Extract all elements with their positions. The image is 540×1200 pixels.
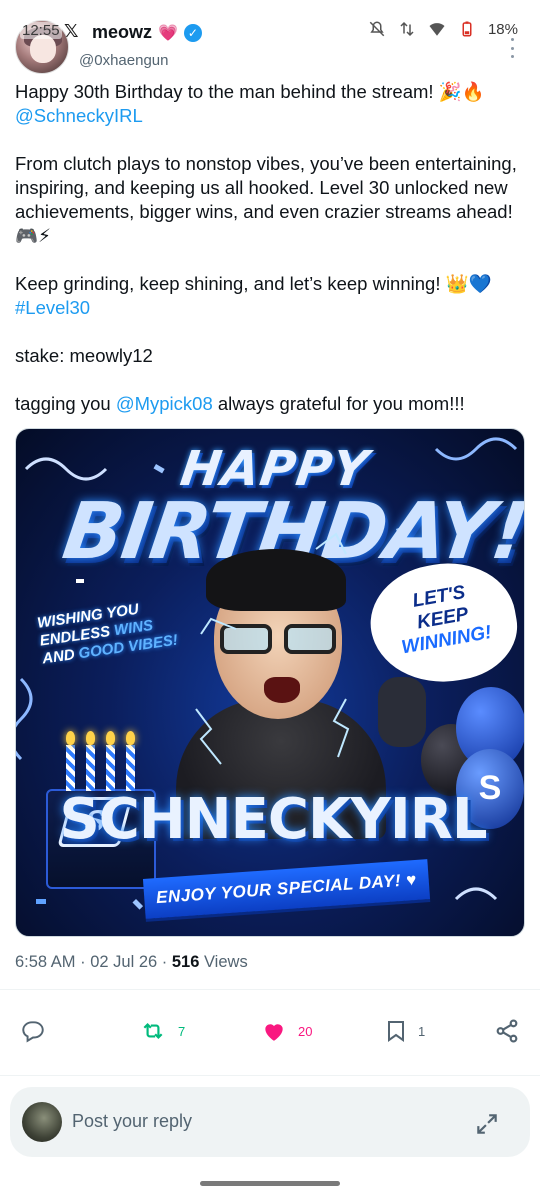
x-logo-icon: 𝕏 [64, 21, 79, 41]
pink-heart-emoji: 💗 [158, 24, 178, 42]
like-count: 20 [298, 1023, 313, 1039]
bookmark-button[interactable]: 1 [384, 1010, 425, 1052]
views-label[interactable]: Views [199, 953, 248, 971]
post-time[interactable]: 6:58 AM [15, 953, 76, 971]
reply-composer[interactable]: Post your reply [10, 1087, 530, 1157]
share-button[interactable] [494, 1010, 520, 1052]
verified-badge-icon: ✓ [183, 23, 202, 42]
tweet-body: Happy 30th Birthday to the man behind th… [15, 80, 520, 440]
divider [0, 989, 540, 990]
divider [0, 1075, 540, 1076]
reply-icon [22, 1021, 44, 1043]
more-options-button[interactable] [506, 38, 518, 58]
microphone [378, 677, 426, 747]
tweet-paragraph: tagging you @Mypick08 always grateful fo… [15, 392, 520, 416]
brand-wordmark: SCHNECKYIRL [59, 787, 487, 852]
tweet-paragraph: From clutch plays to nonstop vibes, you’… [15, 153, 517, 246]
data-transfer-icon [400, 21, 414, 37]
bookmark-count: 1 [418, 1023, 426, 1039]
tweet-paragraph: Happy 30th Birthday to the man behind th… [15, 80, 520, 128]
status-time: 12:55 [20, 22, 62, 39]
post-date[interactable]: 02 Jul 26 [90, 953, 157, 971]
share-icon [496, 1019, 518, 1043]
tweet-media-image[interactable]: HAPPY BIRTHDAY! WISHING YOU ENDLESS WINS… [15, 428, 525, 937]
home-indicator[interactable] [200, 1181, 340, 1186]
wifi-icon [429, 23, 445, 36]
reply-input[interactable]: Post your reply [72, 1111, 192, 1132]
heart-icon [265, 1024, 283, 1041]
repost-count: 7 [178, 1023, 186, 1039]
meta-separator: · [75, 953, 91, 971]
tweet-detail-screen: 12:55 18% 𝕏 meowz 💗 ✓ @0xhaengun Happy 3… [0, 0, 540, 1200]
like-button[interactable]: 20 [260, 1010, 312, 1052]
views-count[interactable]: 516 [172, 953, 200, 971]
tweet-paragraph: Keep grinding, keep shining, and let’s k… [15, 272, 520, 320]
author-display-name[interactable]: meowz 💗 ✓ [80, 22, 202, 43]
meta-separator: · [157, 953, 172, 971]
author-handle[interactable]: @0xhaengun [79, 52, 168, 69]
mention-mypick08-link[interactable]: @Mypick08 [116, 393, 213, 414]
battery-low-icon [462, 21, 472, 37]
status-icons: 18% [368, 20, 518, 38]
current-user-avatar [22, 1102, 62, 1142]
bookmark-icon [388, 1021, 404, 1042]
tweet-text-span: always grateful for you mom!!! [212, 393, 465, 414]
expand-icon[interactable] [474, 1111, 500, 1137]
repost-icon [143, 1022, 163, 1040]
author-name[interactable]: meowz [80, 22, 152, 43]
reply-button[interactable] [20, 1010, 46, 1052]
mention-schneckyirl-link[interactable]: @SchneckyIRL [15, 105, 143, 126]
hashtag-level30-link[interactable]: #Level30 [15, 297, 90, 318]
notifications-off-icon [369, 21, 385, 37]
tweet-meta: 6:58 AM · 02 Jul 26 · 516 Views [15, 953, 248, 972]
tweet-paragraph: stake: meowly12 [15, 345, 153, 366]
tweet-text-span: Happy 30th Birthday to the man behind th… [15, 81, 485, 102]
tweet-text-span: Keep grinding, keep shining, and let’s k… [15, 273, 492, 294]
battery-percent: 18% [487, 20, 518, 38]
tweet-text-span: tagging you [15, 393, 116, 414]
repost-button[interactable]: 7 [138, 1010, 185, 1052]
action-bar: 7 20 1 [0, 1010, 540, 1052]
